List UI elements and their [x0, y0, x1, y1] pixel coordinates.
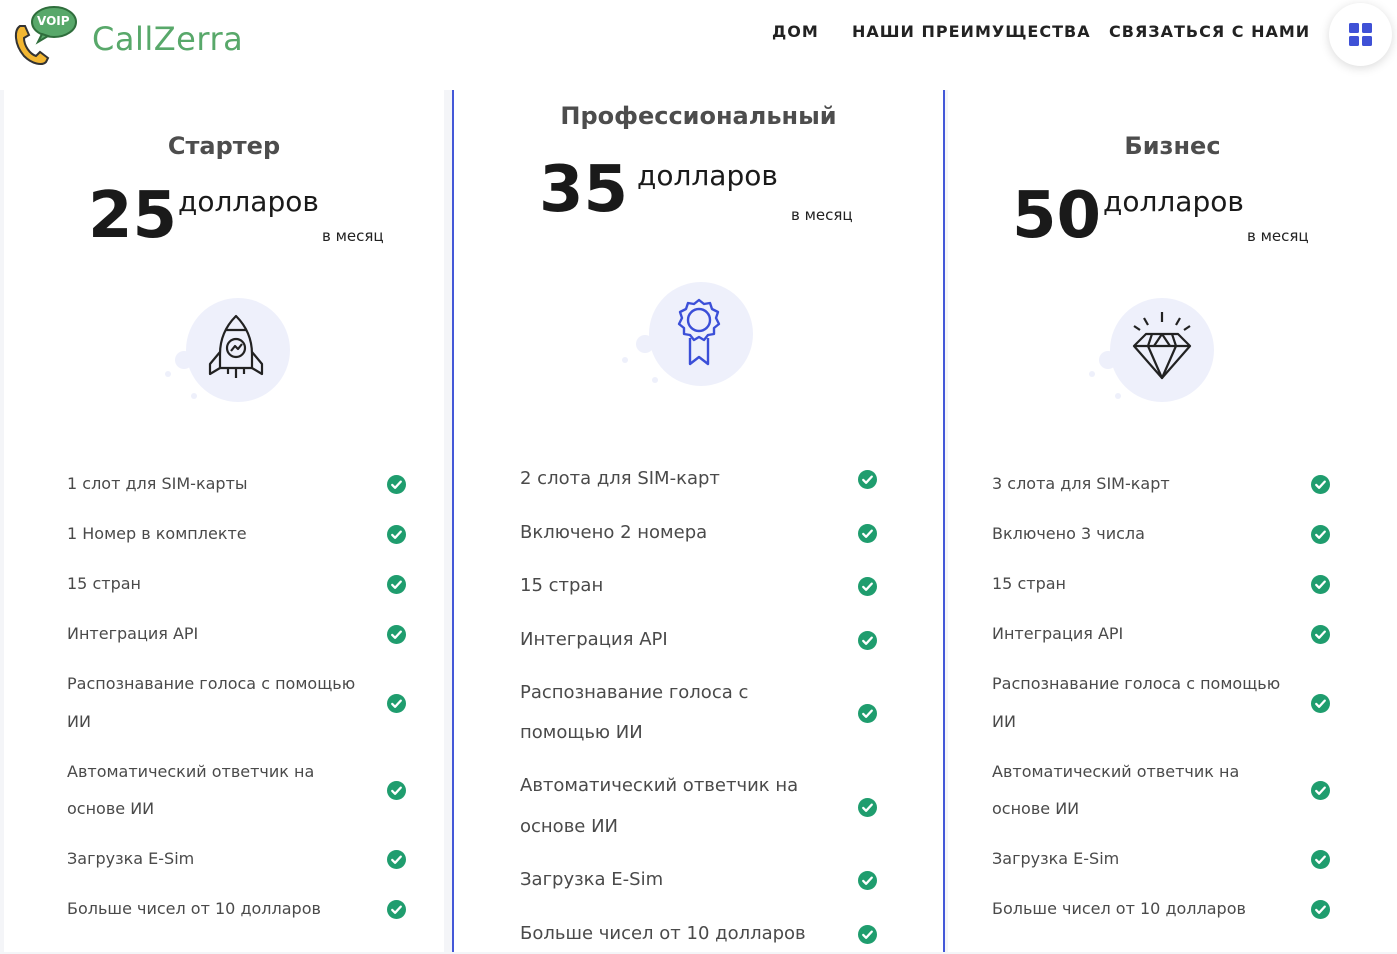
check-icon — [387, 694, 406, 713]
check-icon — [387, 900, 406, 919]
plan-name: Стартер — [167, 132, 281, 160]
plan-period: в месяц — [322, 227, 384, 245]
plan-card-professional: Профессиональный 35 долларов в месяц 2 с… — [452, 90, 945, 952]
feature-text: Больше чисел от 10 долларов — [992, 899, 1246, 918]
check-icon — [1311, 575, 1330, 594]
feature-text: Автоматический ответчик на — [520, 775, 799, 796]
feature-text: 15 стран — [992, 574, 1066, 593]
plan-icon-starter — [160, 294, 300, 414]
plan-price: 35 — [539, 153, 629, 227]
check-icon — [1311, 625, 1330, 644]
feature-text: Интеграция API — [520, 629, 668, 650]
award-ribbon-icon — [622, 282, 753, 386]
feature-text: Распознавание голоса с помощью — [992, 674, 1281, 693]
check-icon — [858, 925, 877, 944]
check-icon — [1311, 850, 1330, 869]
plan-period: в месяц — [1247, 227, 1309, 245]
feature-text: 2 слота для SIM-карт — [520, 468, 720, 489]
plan-price: 50 — [1012, 179, 1102, 253]
feature-text: 3 слота для SIM-карт — [992, 474, 1170, 493]
check-icon — [858, 631, 877, 650]
feature-text: Загрузка E-Sim — [992, 849, 1120, 868]
plan-currency: долларов — [1103, 185, 1244, 218]
feature-text: 1 слот для SIM-карты — [67, 474, 248, 493]
feature-text: ИИ — [992, 712, 1016, 731]
check-icon — [858, 470, 877, 489]
feature-text: Интеграция API — [992, 624, 1124, 643]
plan-price: 25 — [88, 179, 178, 253]
rocket-icon — [165, 298, 290, 402]
logo[interactable]: VOIP CallZerra — [12, 4, 244, 68]
logo-badge: VOIP — [37, 14, 70, 28]
check-icon — [1311, 525, 1330, 544]
plan-name: Профессиональный — [560, 102, 837, 130]
feature-text: Распознавание голоса с помощью — [67, 674, 356, 693]
feature-text: Автоматический ответчик на — [992, 762, 1240, 781]
feature-text: основе ИИ — [67, 799, 155, 818]
diamond-icon — [1089, 298, 1214, 402]
check-icon — [1311, 475, 1330, 494]
feature-text: 15 стран — [67, 574, 141, 593]
nav-home[interactable]: ДОМ — [772, 22, 819, 41]
check-icon — [387, 781, 406, 800]
plan-currency: долларов — [178, 185, 319, 218]
feature-text: Включено 3 числа — [992, 524, 1145, 543]
site-header: VOIP CallZerra ДОМ НАШИ ПРЕИМУЩЕСТВА СВЯ… — [0, 0, 1397, 90]
feature-text: основе ИИ — [992, 799, 1080, 818]
feature-text: Автоматический ответчик на — [67, 762, 315, 781]
feature-text: Загрузка E-Sim — [520, 869, 664, 890]
plan-card-business: Бизнес 50 долларов в месяц 3 слота для S… — [948, 90, 1397, 952]
check-icon — [387, 850, 406, 869]
feature-text: Включено 2 номера — [520, 522, 708, 543]
check-icon — [858, 704, 877, 723]
feature-text: Распознавание голоса с — [520, 682, 749, 703]
check-icon — [1311, 694, 1330, 713]
feature-text: помощью ИИ — [520, 722, 643, 743]
check-icon — [858, 798, 877, 817]
plan-card-starter: Стартер 25 долларов в месяц 1 слот для S… — [4, 90, 444, 952]
check-icon — [387, 475, 406, 494]
plan-currency: долларов — [637, 159, 778, 192]
check-icon — [858, 524, 877, 543]
logo-text: CallZerra — [92, 20, 244, 58]
feature-text: Больше чисел от 10 долларов — [520, 923, 806, 944]
plan-name: Бизнес — [1124, 132, 1221, 160]
plan-icon-professional — [615, 278, 755, 398]
feature-text: Больше чисел от 10 долларов — [67, 899, 321, 918]
feature-text: основе ИИ — [520, 816, 619, 837]
plan-icon-business — [1084, 294, 1224, 414]
check-icon — [1311, 781, 1330, 800]
menu-button[interactable] — [1329, 3, 1392, 66]
check-icon — [387, 575, 406, 594]
check-icon — [1311, 900, 1330, 919]
plan-period: в месяц — [791, 206, 853, 224]
nav-contact[interactable]: СВЯЗАТЬСЯ С НАМИ — [1109, 22, 1310, 41]
feature-text: ИИ — [67, 712, 91, 731]
feature-text: Загрузка E-Sim — [67, 849, 195, 868]
check-icon — [858, 577, 877, 596]
feature-text: Интеграция API — [67, 624, 199, 643]
grid-icon — [1349, 23, 1372, 46]
nav-advantages[interactable]: НАШИ ПРЕИМУЩЕСТВА — [852, 22, 1091, 41]
feature-text: 1 Номер в комплекте — [67, 524, 247, 543]
feature-text: 15 стран — [520, 575, 604, 596]
check-icon — [387, 625, 406, 644]
check-icon — [387, 525, 406, 544]
check-icon — [858, 871, 877, 890]
